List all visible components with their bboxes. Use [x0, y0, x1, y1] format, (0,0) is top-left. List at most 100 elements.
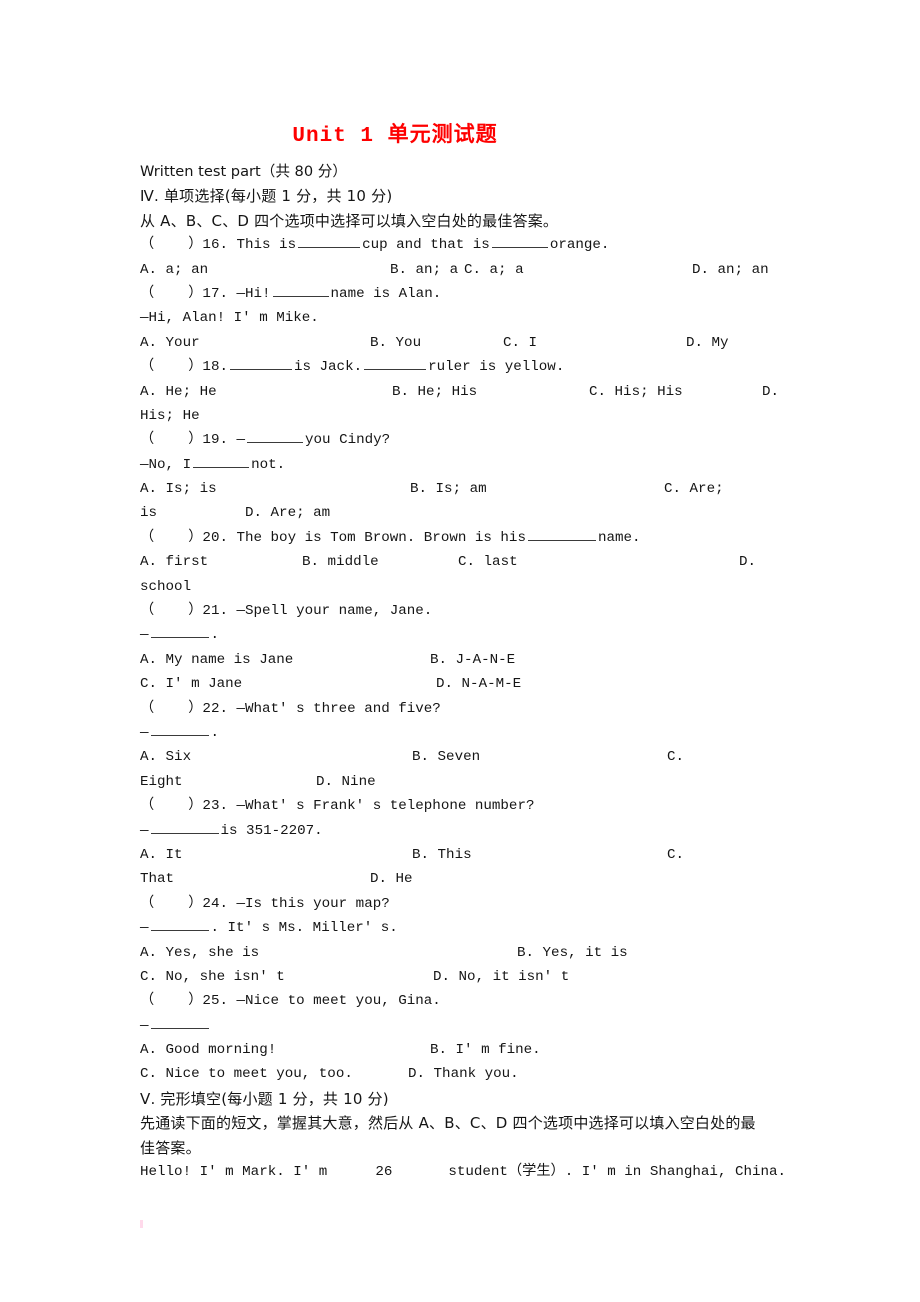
q20-option-d-label[interactable]: D.	[739, 550, 756, 574]
question-20-options-line2[interactable]: school	[140, 575, 792, 599]
q16-blank-2[interactable]	[491, 234, 548, 249]
q23-blank-1[interactable]	[150, 819, 219, 834]
q24-blank-1[interactable]	[150, 917, 209, 932]
q23-option-b[interactable]: B. This	[412, 843, 667, 867]
question-21-stem-line2: —.	[140, 623, 792, 647]
q19-blank-1[interactable]	[247, 429, 304, 444]
question-18-options-line2[interactable]: His; He	[140, 404, 792, 428]
q21-period: .	[210, 627, 220, 644]
q19-option-b[interactable]: B. Is; am	[410, 477, 664, 501]
q16-option-b[interactable]: B. an; a	[390, 258, 464, 282]
q17-option-a[interactable]: A. Your	[140, 331, 370, 355]
section-5-instruction-line2: 佳答案。	[140, 1138, 201, 1157]
q19-stem-l2-prefix: —No, I	[140, 456, 192, 473]
question-21-stem: （ ）21. —Spell your name, Jane.	[140, 603, 433, 620]
question-20-options-line1: A. first B. middle C. last D.	[140, 550, 792, 574]
q22-option-d[interactable]: D. Nine	[316, 770, 376, 794]
q16-blank-1[interactable]	[298, 234, 361, 249]
q19-option-c-cont[interactable]: is	[140, 501, 245, 525]
q24-option-b[interactable]: B. Yes, it is	[517, 941, 628, 965]
question-19-stem-line2: —No, I not.	[140, 453, 792, 477]
q23-option-a[interactable]: A. It	[140, 843, 412, 867]
q17-blank-1[interactable]	[272, 283, 329, 297]
page-title: Unit 1 单元测试题	[292, 125, 498, 148]
q25-option-d[interactable]: D. Thank you.	[408, 1062, 519, 1086]
exam-body: Written test part（共 80 分） Ⅳ. 单项选择(每小题 1 …	[140, 160, 792, 1184]
written-test-part-label: Written test part（共 80 分）	[140, 160, 792, 184]
passage-text-b: student（学生）. I' m in Shanghai, China.	[448, 1164, 787, 1181]
section-4-instruction: 从 A、B、C、D 四个选项中选择可以填入空白处的最佳答案。	[140, 211, 559, 230]
q19-blank-2[interactable]	[193, 454, 250, 468]
question-25-options-line1: A. Good morning! B. I' m fine.	[140, 1038, 792, 1062]
q16-option-d[interactable]: D. an; an	[692, 258, 769, 282]
q25-option-a[interactable]: A. Good morning!	[140, 1038, 430, 1062]
question-17-options: A. Your B. You C. I D. My	[140, 331, 792, 355]
q25-blank-1[interactable]	[150, 1015, 209, 1029]
q20-option-a[interactable]: A. first	[140, 550, 302, 574]
q25-option-b[interactable]: B. I' m fine.	[430, 1038, 541, 1062]
question-17-stem-line2: —Hi, Alan! I' m Mike.	[140, 310, 319, 327]
q21-option-d[interactable]: D. N-A-M-E	[436, 672, 521, 696]
q18-blank-2[interactable]	[364, 356, 427, 371]
q19-option-c-partial[interactable]: C. Are;	[664, 477, 724, 501]
q23-option-d[interactable]: D. He	[370, 867, 413, 891]
q23-option-c-cont[interactable]: That	[140, 867, 370, 891]
question-24-stem-line2: — . It' s Ms. Miller' s.	[140, 916, 792, 940]
q19-option-a[interactable]: A. Is; is	[140, 477, 410, 501]
q17-stem-prefix: （ ）17. —Hi!	[140, 285, 271, 302]
q24-option-a[interactable]: A. Yes, she is	[140, 941, 517, 965]
q21-blank-1[interactable]	[150, 624, 209, 639]
q22-option-b[interactable]: B. Seven	[412, 745, 667, 769]
q24-option-d[interactable]: D. No, it isn' t	[433, 965, 569, 989]
q18-stem-suffix: ruler is yellow.	[428, 359, 565, 376]
q18-option-b[interactable]: B. He; His	[392, 380, 589, 404]
q17-option-c[interactable]: C. I	[503, 331, 686, 355]
q22-option-c-cont[interactable]: Eight	[140, 770, 316, 794]
q16-option-c[interactable]: C. a; a	[464, 258, 692, 282]
q18-stem-middle: is Jack.	[293, 359, 363, 376]
q24-option-c[interactable]: C. No, she isn' t	[140, 965, 433, 989]
q22-blank-1[interactable]	[150, 722, 209, 736]
q16-option-a[interactable]: A. a; an	[140, 258, 390, 282]
passage-text-a: Hello! I' m Mark. I' m	[140, 1164, 328, 1181]
q17-option-b[interactable]: B. You	[370, 331, 503, 355]
q21-option-c[interactable]: C. I' m Jane	[140, 672, 436, 696]
q22-option-a[interactable]: A. Six	[140, 745, 412, 769]
q20-stem-suffix: name.	[597, 529, 641, 546]
q24-stem-l2-suffix: . It' s Ms. Miller' s.	[210, 920, 398, 937]
scan-artifact-mark	[140, 1220, 143, 1228]
question-24-stem: （ ）24. —Is this your map?	[140, 895, 390, 912]
question-18-options-line1: A. He; He B. He; His C. His; His D.	[140, 380, 792, 404]
q17-option-d[interactable]: D. My	[686, 331, 729, 355]
q25-option-c[interactable]: C. Nice to meet you, too.	[140, 1062, 408, 1086]
q22-option-c-partial[interactable]: C.	[667, 745, 684, 769]
q19-option-d[interactable]: D. Are; am	[245, 501, 330, 525]
q18-option-d-label[interactable]: D.	[762, 380, 779, 404]
question-22-options-line2: Eight D. Nine	[140, 770, 792, 794]
q19-stem-l2-suffix: not.	[251, 456, 286, 473]
question-24-options-line2: C. No, she isn' t D. No, it isn' t	[140, 965, 792, 989]
q20-option-c[interactable]: C. last	[458, 550, 739, 574]
question-23-stem: （ ）23. —What' s Frank' s telephone numbe…	[140, 798, 535, 815]
q18-option-c[interactable]: C. His; His	[589, 380, 762, 404]
q20-blank-1[interactable]	[527, 527, 596, 541]
passage-blank-number-26[interactable]: 26	[375, 1164, 392, 1180]
q20-stem-prefix: （ ）20. The boy is Tom Brown. Brown is hi…	[140, 529, 526, 546]
q16-stem-suffix: orange.	[549, 237, 610, 254]
q25-dash: —	[140, 1017, 149, 1034]
section-5-heading: Ⅴ. 完形填空(每小题 1 分，共 10 分)	[140, 1089, 389, 1108]
q21-option-a[interactable]: A. My name is Jane	[140, 648, 430, 672]
question-16-stem: （ ）16. This is cup and that is orange.	[140, 233, 792, 257]
q16-stem-prefix: （ ）16. This is	[140, 237, 297, 254]
q18-blank-1[interactable]	[229, 356, 292, 371]
q17-stem-suffix: name is Alan.	[330, 285, 442, 302]
q20-option-b[interactable]: B. middle	[302, 550, 458, 574]
q18-option-a[interactable]: A. He; He	[140, 380, 392, 404]
question-25-stem: （ ）25. —Nice to meet you, Gina.	[140, 993, 441, 1010]
q21-option-b[interactable]: B. J-A-N-E	[430, 648, 515, 672]
question-25-options-line2: C. Nice to meet you, too. D. Thank you.	[140, 1062, 792, 1086]
q23-option-c-partial[interactable]: C.	[667, 843, 684, 867]
question-23-options-line1: A. It B. This C.	[140, 843, 792, 867]
q23-dash: —	[140, 822, 149, 839]
q21-dash: —	[140, 627, 149, 644]
